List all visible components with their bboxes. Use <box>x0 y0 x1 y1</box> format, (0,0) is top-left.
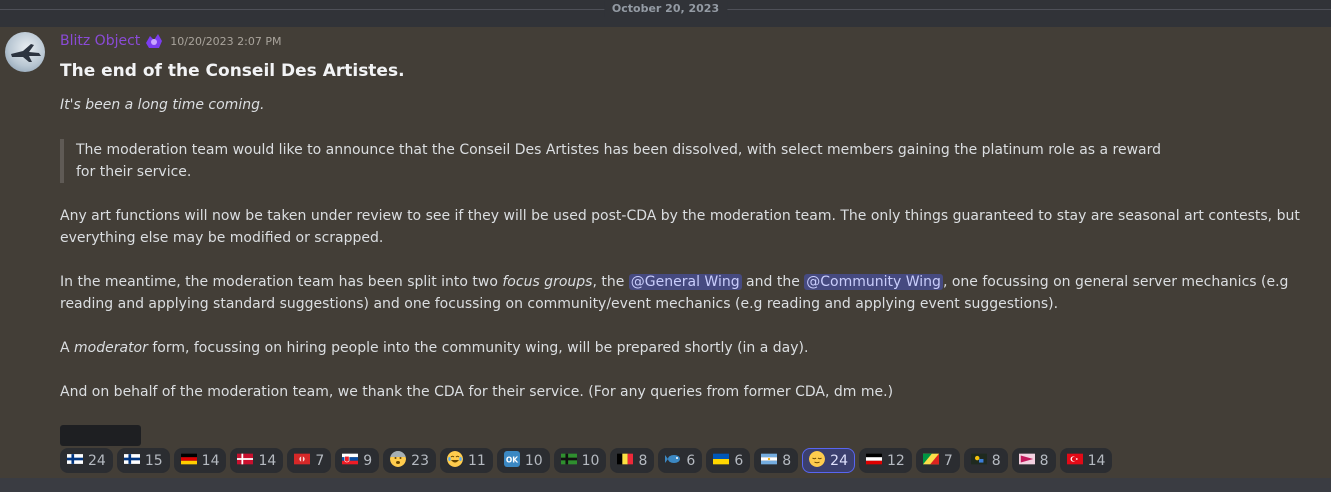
reaction-button[interactable]: 14 <box>1059 448 1113 473</box>
mention-community-wing[interactable]: @Community Wing <box>804 274 943 290</box>
reaction-button[interactable]: 10 <box>553 448 607 473</box>
reaction-button[interactable]: 8 <box>1011 448 1056 473</box>
reaction-button[interactable]: 8 <box>963 448 1008 473</box>
reaction-count: 9 <box>363 452 373 469</box>
blockquote: The moderation team would like to announ… <box>60 139 1176 183</box>
reaction-count: 8 <box>782 452 792 469</box>
reaction-button[interactable]: 6 <box>706 448 751 473</box>
svg-text:OK: OK <box>506 455 519 464</box>
reaction-button[interactable]: OK 10 <box>496 448 550 473</box>
reaction-count: 8 <box>1039 452 1049 469</box>
paragraph-3-text: form, focussing on hiring people into th… <box>147 340 809 356</box>
paragraph-1: Any art functions will now be taken unde… <box>60 208 1300 246</box>
congo-flag-icon <box>922 453 939 469</box>
spoiler-block[interactable] <box>60 425 141 446</box>
reaction-count: 10 <box>581 452 600 469</box>
fearful-face-emoji-icon <box>390 450 407 471</box>
mention-general-wing[interactable]: @General Wing <box>628 274 742 290</box>
reaction-count: 7 <box>315 452 325 469</box>
avatar[interactable] <box>5 32 45 72</box>
reaction-count: 8 <box>638 452 648 469</box>
reaction-count: 14 <box>1087 452 1106 469</box>
reaction-count: 12 <box>886 452 905 469</box>
reaction-count: 8 <box>991 452 1001 469</box>
message-subtitle: It's been a long time coming. <box>60 97 265 113</box>
reaction-count: 24 <box>88 452 106 469</box>
reaction-button[interactable]: 8 <box>610 448 655 473</box>
relieved-face-emoji-icon <box>809 450 826 471</box>
belgium-flag-icon <box>617 453 634 469</box>
paragraph-3-italic: moderator <box>74 340 148 356</box>
german-empire-flag-icon <box>865 453 882 469</box>
reaction-button[interactable]: 8 <box>754 448 799 473</box>
slovakia-flag-icon <box>342 453 359 469</box>
reaction-count: 6 <box>734 452 744 469</box>
paragraph-3: A moderator form, focussing on hiring pe… <box>60 337 1310 359</box>
reaction-count: 24 <box>830 452 848 469</box>
username[interactable]: Blitz Object <box>60 31 140 51</box>
ukraine-flag-icon <box>713 453 730 469</box>
paragraph-2-italic: focus groups <box>502 274 593 290</box>
fish-emoji-icon <box>665 451 681 471</box>
reaction-count: 14 <box>258 452 277 469</box>
reaction-button[interactable]: 12 <box>858 448 912 473</box>
reaction-count: 14 <box>201 452 220 469</box>
message-header: Blitz Object 10/20/2023 2:07 PM <box>60 30 282 52</box>
denmark-flag-icon <box>237 453 254 469</box>
reaction-button[interactable]: 14 <box>173 448 227 473</box>
date-divider: October 20, 2023 <box>0 0 1331 27</box>
reaction-button[interactable]: 15 <box>116 448 170 473</box>
green-cross-flag-icon <box>560 453 577 469</box>
purple-role-icon <box>144 31 164 51</box>
message: Blitz Object 10/20/2023 2:07 PM The end … <box>0 27 1331 478</box>
reaction-count: 10 <box>524 452 543 469</box>
reaction-button[interactable]: 7 <box>915 448 960 473</box>
reaction-count: 11 <box>467 452 486 469</box>
reaction-button[interactable]: 6 <box>658 448 703 473</box>
reaction-count: 15 <box>144 452 163 469</box>
message-title: The end of the Conseil Des Artistes. <box>60 61 405 81</box>
reaction-button[interactable]: 9 <box>335 448 380 473</box>
reactions-bar: 24 15 14 14 7 9 23 11 OK 10 10 8 6 6 8 24… <box>60 448 1113 473</box>
reaction-button[interactable]: 23 <box>383 448 436 473</box>
paragraph-3-text: A <box>60 340 75 356</box>
timestamp[interactable]: 10/20/2023 2:07 PM <box>170 35 281 48</box>
date-divider-label: October 20, 2023 <box>603 1 728 17</box>
reaction-button[interactable]: 11 <box>439 448 493 473</box>
joy-emoji-icon <box>446 450 463 471</box>
paragraph-2-text: and the <box>741 274 805 290</box>
reaction-button[interactable]: 24 <box>802 448 855 473</box>
reaction-count: 7 <box>943 452 953 469</box>
germany-flag-icon <box>180 453 197 469</box>
reaction-button[interactable]: 14 <box>230 448 284 473</box>
custom-dark-flag-icon <box>970 453 987 469</box>
finland-flag-alt-icon <box>123 453 140 469</box>
paragraph-4: And on behalf of the moderation team, we… <box>60 384 894 400</box>
finland-flag-icon <box>67 453 83 469</box>
paragraph-2-text: In the meantime, the moderation team has… <box>60 274 503 290</box>
ok-button-emoji-icon: OK <box>503 450 520 471</box>
bottom-bar <box>0 478 1331 492</box>
custom-red-flag-icon <box>294 453 311 469</box>
argentina-flag-icon <box>761 453 778 469</box>
reaction-count: 23 <box>411 452 429 469</box>
reaction-button[interactable]: 7 <box>287 448 332 473</box>
paragraph-2-text: , the <box>592 274 629 290</box>
custom-pink-flag-icon <box>1018 453 1035 469</box>
paragraph-2: In the meantime, the moderation team has… <box>60 271 1310 315</box>
turkey-flag-icon <box>1066 453 1083 469</box>
reaction-count: 6 <box>686 452 696 469</box>
reaction-button[interactable]: 24 <box>60 448 113 473</box>
